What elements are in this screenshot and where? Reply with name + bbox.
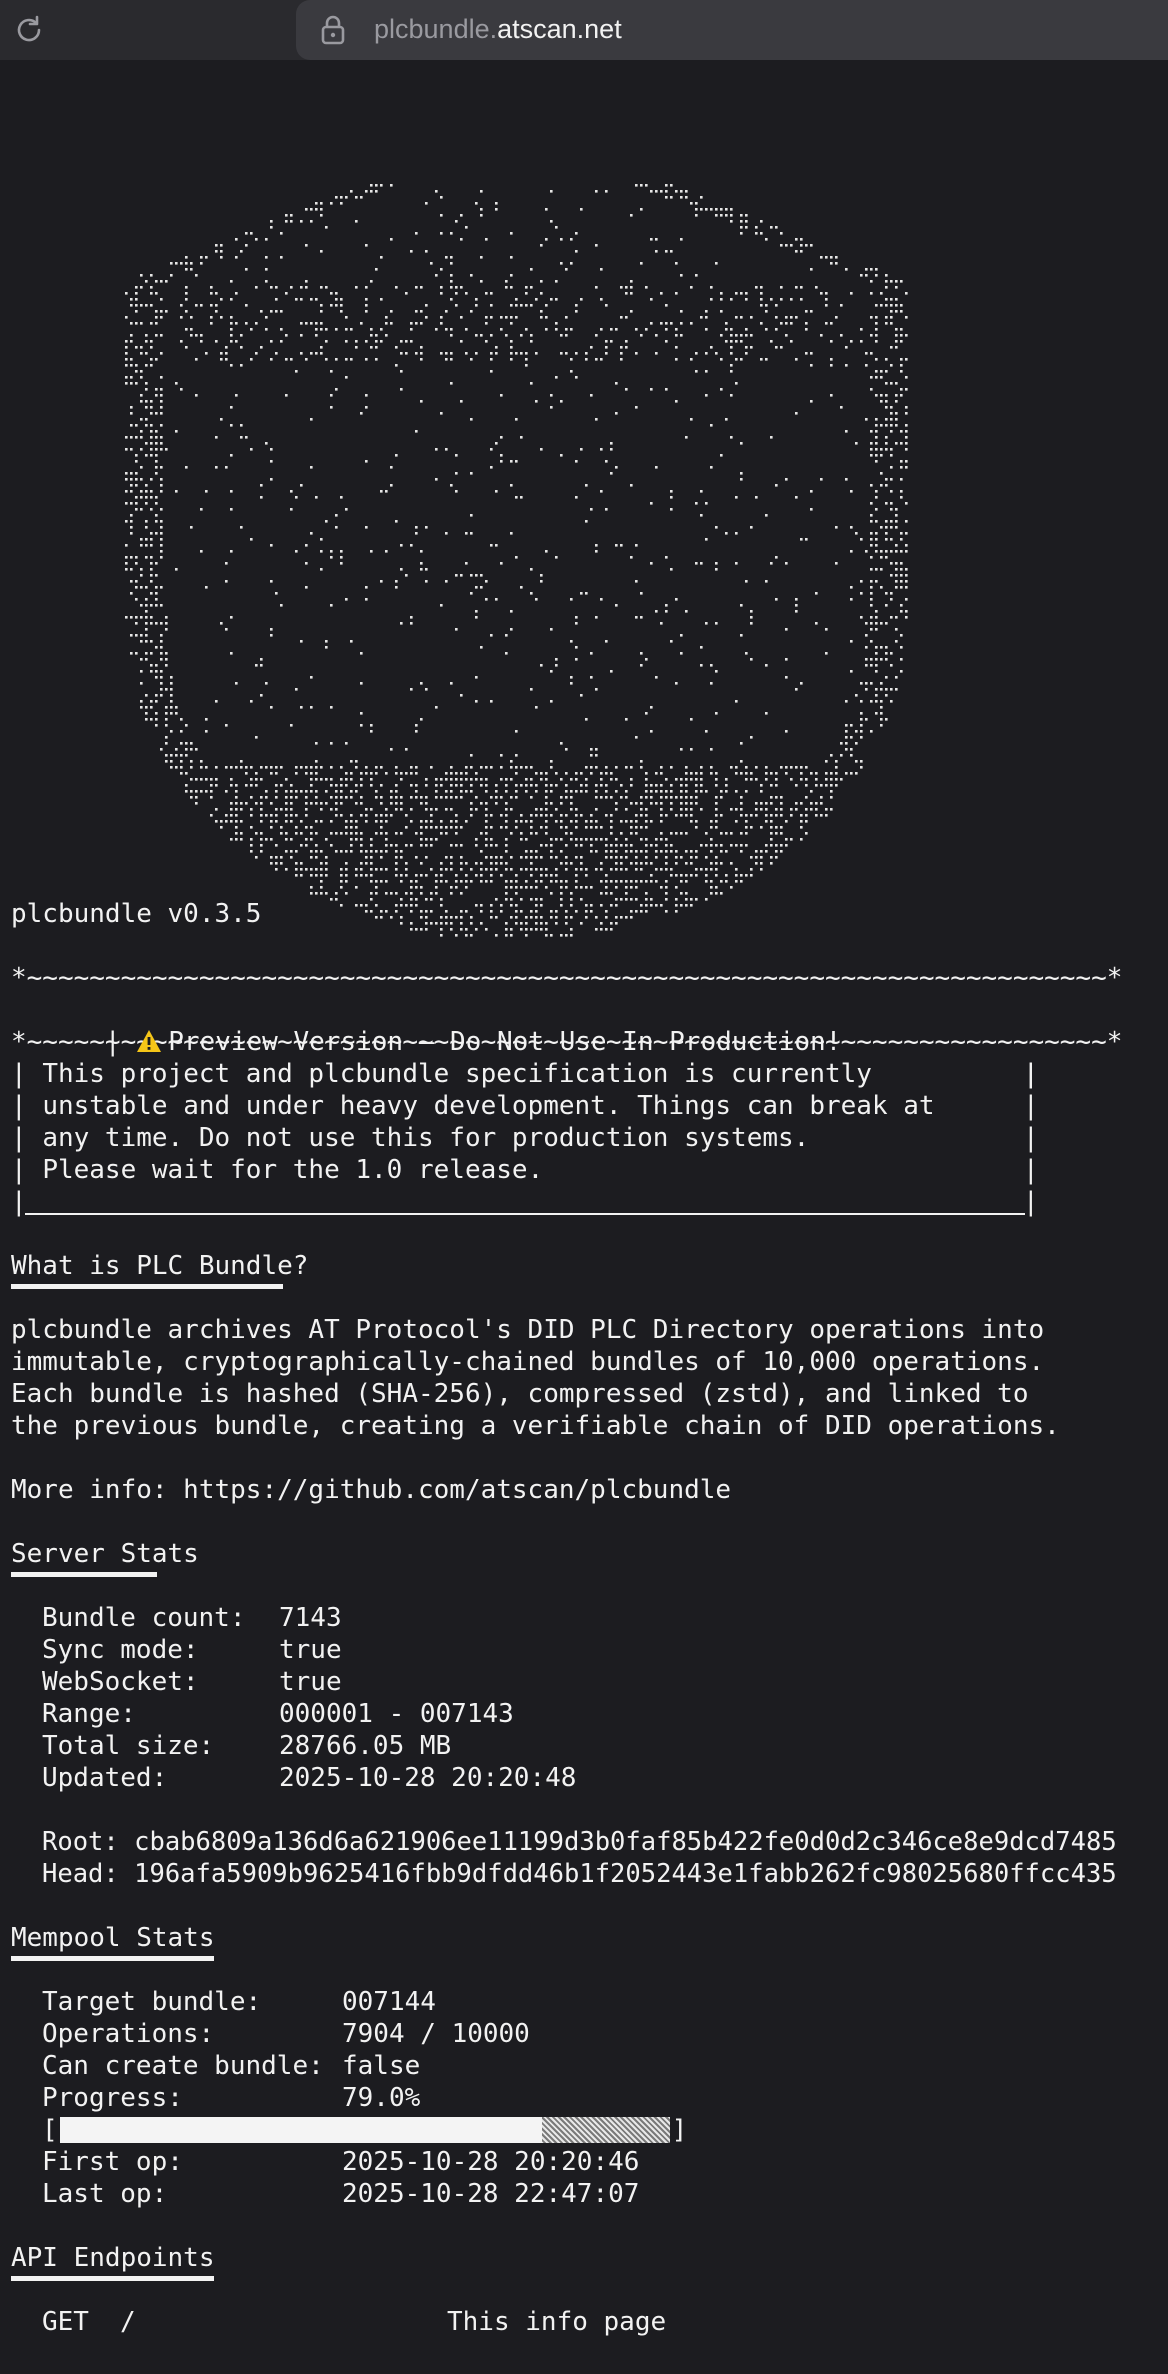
box-top-border: *~~~~~~~~~~~~~~~~~~~~~~~~~~~~~~~~~~~~~~~… bbox=[11, 963, 1123, 993]
hash-label: Head: bbox=[42, 1859, 119, 1889]
mempool-value: false bbox=[342, 2051, 421, 2081]
stat-label: Total size: bbox=[42, 1731, 215, 1761]
lock-icon bbox=[321, 15, 345, 45]
hash-row: Head: 196afa5909b9625416fbb9dfdd46b1f205… bbox=[11, 1858, 1161, 1890]
stat-value: 000001 - 007143 bbox=[279, 1699, 514, 1729]
section-heading: What is PLC Bundle? bbox=[11, 1251, 309, 1281]
api-endpoints-section: API Endpoints GET / This info page bbox=[11, 2242, 1161, 2338]
endpoint-path[interactable]: / bbox=[120, 2306, 447, 2338]
reload-icon[interactable] bbox=[12, 13, 46, 47]
mempool-value: 007144 bbox=[342, 1987, 436, 2017]
box-title: Preview Version — Do Not Use In Producti… bbox=[168, 1027, 842, 1057]
url-subdomain: plcbundle. bbox=[374, 14, 498, 44]
stat-label: Range: bbox=[42, 1699, 136, 1729]
box-text: unstable and under heavy development. Th… bbox=[42, 1091, 935, 1121]
about-text: immutable, cryptographically-chained bun… bbox=[11, 1347, 1045, 1377]
box-body-line: | any time. Do not use this for producti… bbox=[11, 1123, 1039, 1153]
preview-warning-box: *~~~~~~~~~~~~~~~~~~~~~~~~~~~~~~~~~~~~~~~… bbox=[11, 962, 1161, 1218]
box-text: This project and plcbundle specification… bbox=[42, 1059, 872, 1089]
box-body-line: | This project and plcbundle specificati… bbox=[11, 1059, 1039, 1089]
hash-row: Root: cbab6809a136d6a621906ee11199d3b0fa… bbox=[11, 1826, 1161, 1858]
mempool-row: Can create bundle: false bbox=[11, 2050, 1161, 2082]
progress-bar-row: [ ] bbox=[11, 2114, 1161, 2146]
mempool-label: Can create bundle: bbox=[42, 2051, 324, 2081]
mempool-value: 79.0% bbox=[342, 2083, 421, 2113]
stat-value: 28766.05 MB bbox=[279, 1731, 452, 1761]
version-line: plcbundle v0.3.5 bbox=[11, 899, 262, 929]
endpoint-description: This info page bbox=[447, 2307, 667, 2337]
mempool-label: Progress: bbox=[42, 2083, 183, 2113]
stat-value: true bbox=[279, 1635, 342, 1665]
warning-icon bbox=[137, 1030, 162, 1052]
section-heading: API Endpoints bbox=[11, 2243, 215, 2273]
address-bar[interactable]: plcbundle.atscan.net bbox=[296, 0, 1168, 60]
stat-label: Updated: bbox=[42, 1763, 168, 1793]
endpoint-method: GET bbox=[42, 2307, 89, 2337]
mempool-label: Operations: bbox=[42, 2019, 215, 2049]
server-stats-section: Server Stats Bundle count: 7143 Sync mode… bbox=[11, 1538, 1161, 1922]
stat-value: 2025-10-28 20:20:48 bbox=[279, 1763, 577, 1793]
terminal-output: plcbundle v0.3.5 *~~~~~~~~~~~~~~~~~~~~~~… bbox=[11, 898, 1161, 2338]
about-text: plcbundle archives AT Protocol's DID PLC… bbox=[11, 1315, 1045, 1345]
hash-label: Root: bbox=[42, 1827, 119, 1857]
box-body-line: | Please wait for the 1.0 release. | bbox=[11, 1155, 1039, 1185]
stat-row: Bundle count: 7143 bbox=[11, 1602, 1161, 1634]
section-heading: Server Stats bbox=[11, 1539, 199, 1569]
stat-label: Sync mode: bbox=[42, 1635, 199, 1665]
mempool-value: 2025-10-28 22:47:07 bbox=[342, 2179, 640, 2209]
about-section: What is PLC Bundle? plcbundle archives A… bbox=[11, 1250, 1161, 1538]
more-info-link[interactable]: More info: https://github.com/atscan/plc… bbox=[11, 1474, 1161, 1506]
stat-label: Bundle count: bbox=[42, 1603, 246, 1633]
mempool-stats-section: Mempool Stats Target bundle: 007144 Opera… bbox=[11, 1922, 1161, 2242]
box-bottom-border: | | bbox=[11, 1187, 1039, 1217]
mempool-row: Operations: 7904 / 10000 bbox=[11, 2018, 1161, 2050]
progress-bar bbox=[59, 2117, 670, 2143]
stat-row: Updated: 2025-10-28 20:20:48 bbox=[11, 1762, 1161, 1794]
heading-underline bbox=[11, 1284, 283, 1289]
about-text: Each bundle is hashed (SHA-256), compres… bbox=[11, 1379, 1029, 1409]
mempool-row: Target bundle: 007144 bbox=[11, 1986, 1161, 2018]
stat-row: WebSocket: true bbox=[11, 1666, 1161, 1698]
stat-row: Range: 000001 - 007143 bbox=[11, 1698, 1161, 1730]
stat-label: WebSocket: bbox=[42, 1667, 199, 1697]
box-text: any time. Do not use this for production… bbox=[42, 1123, 810, 1153]
ascii-logo-area bbox=[0, 60, 1168, 937]
heading-underline bbox=[11, 1956, 214, 1961]
heading-underline bbox=[11, 1572, 157, 1577]
section-heading: Mempool Stats bbox=[11, 1923, 215, 1953]
stat-value: true bbox=[279, 1667, 342, 1697]
url-domain: atscan.net bbox=[497, 14, 622, 44]
progress-bar-fill bbox=[59, 2117, 542, 2143]
stat-row: Sync mode: true bbox=[11, 1634, 1161, 1666]
plcbundle-ascii-logo bbox=[125, 184, 908, 937]
about-text: the previous bundle, creating a verifiab… bbox=[11, 1411, 1060, 1441]
progress-bracket-right: ] bbox=[671, 2115, 688, 2145]
hash-value: cbab6809a136d6a621906ee11199d3b0faf85b42… bbox=[134, 1827, 1117, 1857]
box-text: Please wait for the 1.0 release. bbox=[42, 1155, 544, 1185]
url-text[interactable]: plcbundle.atscan.net bbox=[374, 14, 622, 45]
stat-value: 7143 bbox=[279, 1603, 342, 1633]
stat-row: Total size: 28766.05 MB bbox=[11, 1730, 1161, 1762]
mempool-label: Target bundle: bbox=[42, 1987, 262, 2017]
heading-underline bbox=[11, 2276, 214, 2281]
mempool-value: 2025-10-28 20:20:46 bbox=[342, 2147, 640, 2177]
mempool-time-row: Last op:2025-10-28 22:47:07 bbox=[11, 2178, 1161, 2210]
box-body-line: | unstable and under heavy development. … bbox=[11, 1091, 1039, 1121]
browser-toolbar: plcbundle.atscan.net bbox=[0, 0, 1168, 60]
hash-value: 196afa5909b9625416fbb9dfdd46b1f2052443e1… bbox=[134, 1859, 1117, 1889]
mempool-value: 7904 / 10000 bbox=[342, 2019, 530, 2049]
endpoint-row: GET / This info page bbox=[11, 2306, 1161, 2338]
mempool-row: Progress: 79.0% bbox=[11, 2082, 1161, 2114]
progress-bracket-left: [ bbox=[42, 2115, 58, 2145]
box-left-edge: | bbox=[104, 1027, 137, 1057]
box-title-row: | Preview Version — Do Not Use In Produc… bbox=[11, 994, 1161, 1089]
